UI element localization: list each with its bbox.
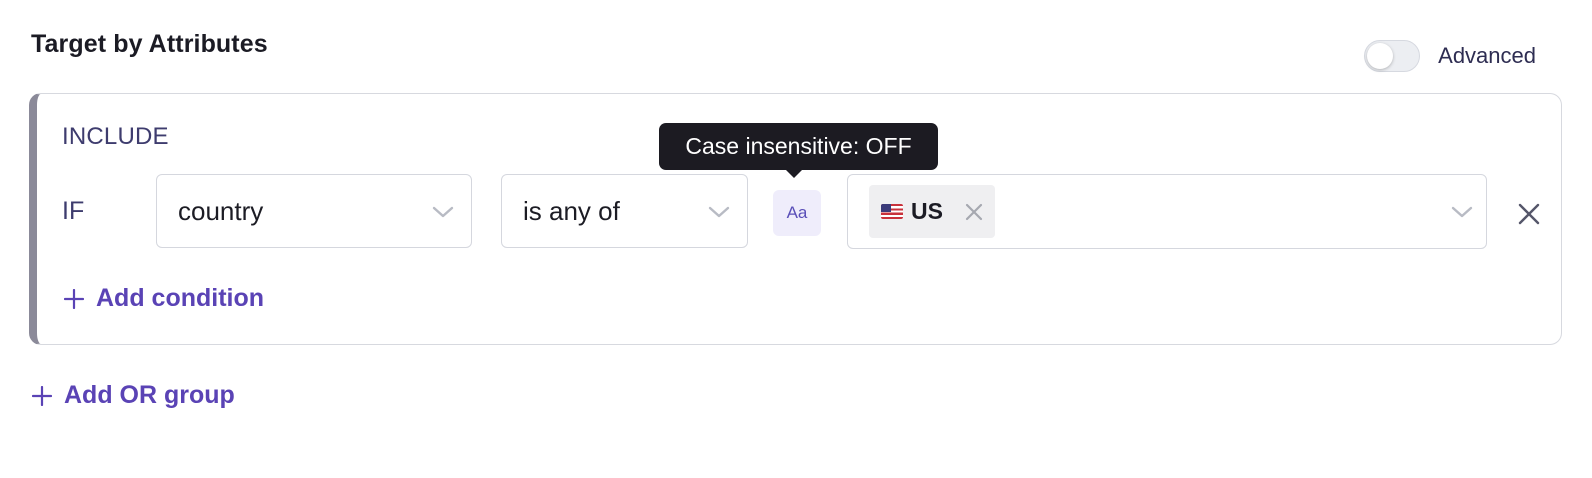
add-condition-label: Add condition (96, 284, 265, 312)
if-label: IF (62, 197, 85, 225)
include-label: INCLUDE (62, 123, 169, 150)
section-title: Target by Attributes (31, 30, 268, 58)
add-condition-button[interactable]: Add condition (64, 284, 264, 313)
remove-condition-icon[interactable] (1515, 200, 1543, 228)
add-or-group-button[interactable]: Add OR group (32, 381, 235, 410)
tooltip-arrow (785, 169, 803, 178)
plus-icon (32, 385, 52, 406)
operator-select[interactable]: is any of (501, 174, 748, 248)
case-sensitivity-tooltip: Case insensitive: OFF (659, 123, 938, 170)
add-or-group-label: Add OR group (64, 381, 235, 409)
attribute-select[interactable]: country (156, 174, 472, 248)
us-flag-icon (881, 204, 903, 219)
chip-remove-icon[interactable] (963, 201, 985, 223)
value-chip-label: US (911, 198, 943, 224)
values-multiselect[interactable]: US (847, 174, 1487, 249)
value-chip: US (869, 185, 995, 238)
advanced-toggle[interactable] (1364, 40, 1421, 72)
toggle-knob (1367, 43, 1394, 69)
chevron-down-icon (708, 206, 730, 218)
chevron-down-icon (1451, 206, 1473, 218)
case-sensitivity-button[interactable]: Aa (773, 190, 821, 236)
chevron-down-icon (432, 206, 454, 218)
plus-icon (64, 288, 84, 309)
attribute-select-value: country (178, 195, 264, 226)
advanced-toggle-wrapper: Advanced (1364, 40, 1536, 72)
operator-select-value: is any of (523, 195, 620, 226)
advanced-label: Advanced (1438, 43, 1536, 68)
